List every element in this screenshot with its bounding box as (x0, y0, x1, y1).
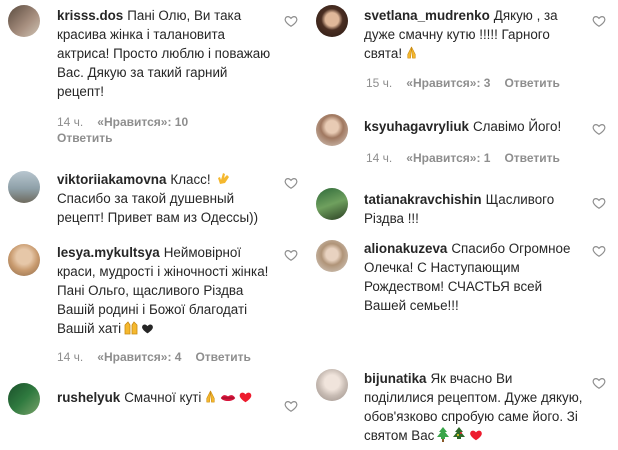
heart-icon[interactable] (284, 14, 298, 28)
heart-icon[interactable] (592, 244, 606, 258)
heart-icon[interactable] (592, 376, 606, 390)
christmas-tree-dark-icon (453, 427, 466, 439)
reply-button[interactable]: Ответить (504, 76, 559, 90)
comment-username[interactable]: krisss.dos (57, 8, 123, 23)
avatar[interactable] (8, 244, 40, 276)
comment-time[interactable]: 15 ч. (366, 76, 392, 90)
clap-hands-icon (218, 173, 230, 184)
avatar[interactable] (8, 5, 40, 37)
reply-button[interactable]: Ответить (195, 350, 250, 364)
heart-icon[interactable] (592, 196, 606, 210)
avatar[interactable] (316, 240, 348, 272)
heart-icon[interactable] (284, 248, 298, 262)
comment-body: bijunatika Як вчасно Ви поділилися рецепт… (364, 369, 584, 445)
comment-username[interactable]: svetlana_mudrenko (364, 8, 490, 23)
heart-icon[interactable] (592, 14, 606, 28)
comment-username[interactable]: lesya.mykultsya (57, 245, 160, 260)
comment-body: alionakuzeva Спасибо Огромное Олечка! С Н… (364, 239, 584, 315)
comment-time[interactable]: 14 ч. (366, 151, 392, 165)
comment-text-line2: Спасибо за такой душевный рецепт! Привет… (57, 191, 259, 225)
reply-button[interactable]: Ответить (504, 151, 559, 165)
comment-text: Славімо Його! (472, 119, 562, 134)
heart-icon[interactable] (284, 176, 298, 190)
avatar[interactable] (8, 383, 40, 415)
folded-hands-icon (206, 390, 215, 403)
red-heart-icon (240, 392, 252, 403)
comment-body: svetlana_mudrenko Дякую , за дуже смачну … (364, 6, 584, 63)
comment-body: rushelyuk Смачної куті (57, 388, 271, 407)
comment-username[interactable]: ksyuhagavryliuk (364, 119, 469, 134)
comment-meta: 14 ч. «Нравится»: 1 Ответить (366, 150, 560, 166)
comment-meta: 15 ч. «Нравится»: 3 Ответить (366, 75, 560, 91)
comment-likes[interactable]: «Нравится»: 4 (97, 350, 181, 364)
comment-text: Класс! (170, 172, 211, 187)
reply-button[interactable]: Ответить (57, 131, 112, 145)
comment-body: viktoriiakamovna Класс! Спасибо за такой … (57, 170, 271, 227)
avatar[interactable] (316, 188, 348, 220)
avatar[interactable] (316, 114, 348, 146)
comment-username[interactable]: viktoriiakamovna (57, 172, 166, 187)
black-heart-icon (142, 324, 154, 334)
avatar[interactable] (316, 5, 348, 37)
comment-time[interactable]: 14 ч. (57, 350, 83, 364)
christmas-tree-icon (437, 427, 450, 442)
comment-meta: 14 ч. «Нравится»: 10 Ответить (57, 114, 217, 146)
heart-icon[interactable] (592, 122, 606, 136)
comment-likes[interactable]: «Нравится»: 3 (406, 76, 490, 90)
comment-meta: 14 ч. «Нравится»: 4 Ответить (57, 349, 251, 365)
comment-body: ksyuhagavryliuk Славімо Його! (364, 117, 584, 136)
lips-icon (221, 395, 236, 401)
comment-time[interactable]: 14 ч. (57, 115, 83, 129)
comment-body: krisss.dos Пані Олю, Ви така красива жінк… (57, 6, 271, 101)
comment-likes[interactable]: «Нравится»: 10 (97, 115, 188, 129)
heart-icon[interactable] (284, 399, 298, 413)
comment-text: Смачної куті (124, 390, 202, 405)
comment-username[interactable]: tatianakravchishin (364, 192, 482, 207)
folded-hands-icon (407, 46, 416, 59)
comment-username[interactable]: bijunatika (364, 371, 427, 386)
comment-likes[interactable]: «Нравится»: 1 (406, 151, 490, 165)
avatar[interactable] (8, 171, 40, 203)
comment-body: lesya.mykultsya Неймовірної краси, мудрос… (57, 243, 271, 338)
raised-hands-icon (124, 321, 138, 335)
comment-username[interactable]: alionakuzeva (364, 241, 447, 256)
comment-body: tatianakravchishin Щасливого Різдва !!! (364, 190, 584, 228)
avatar[interactable] (316, 369, 348, 401)
comment-username[interactable]: rushelyuk (57, 390, 120, 405)
red-heart-icon (470, 430, 483, 441)
